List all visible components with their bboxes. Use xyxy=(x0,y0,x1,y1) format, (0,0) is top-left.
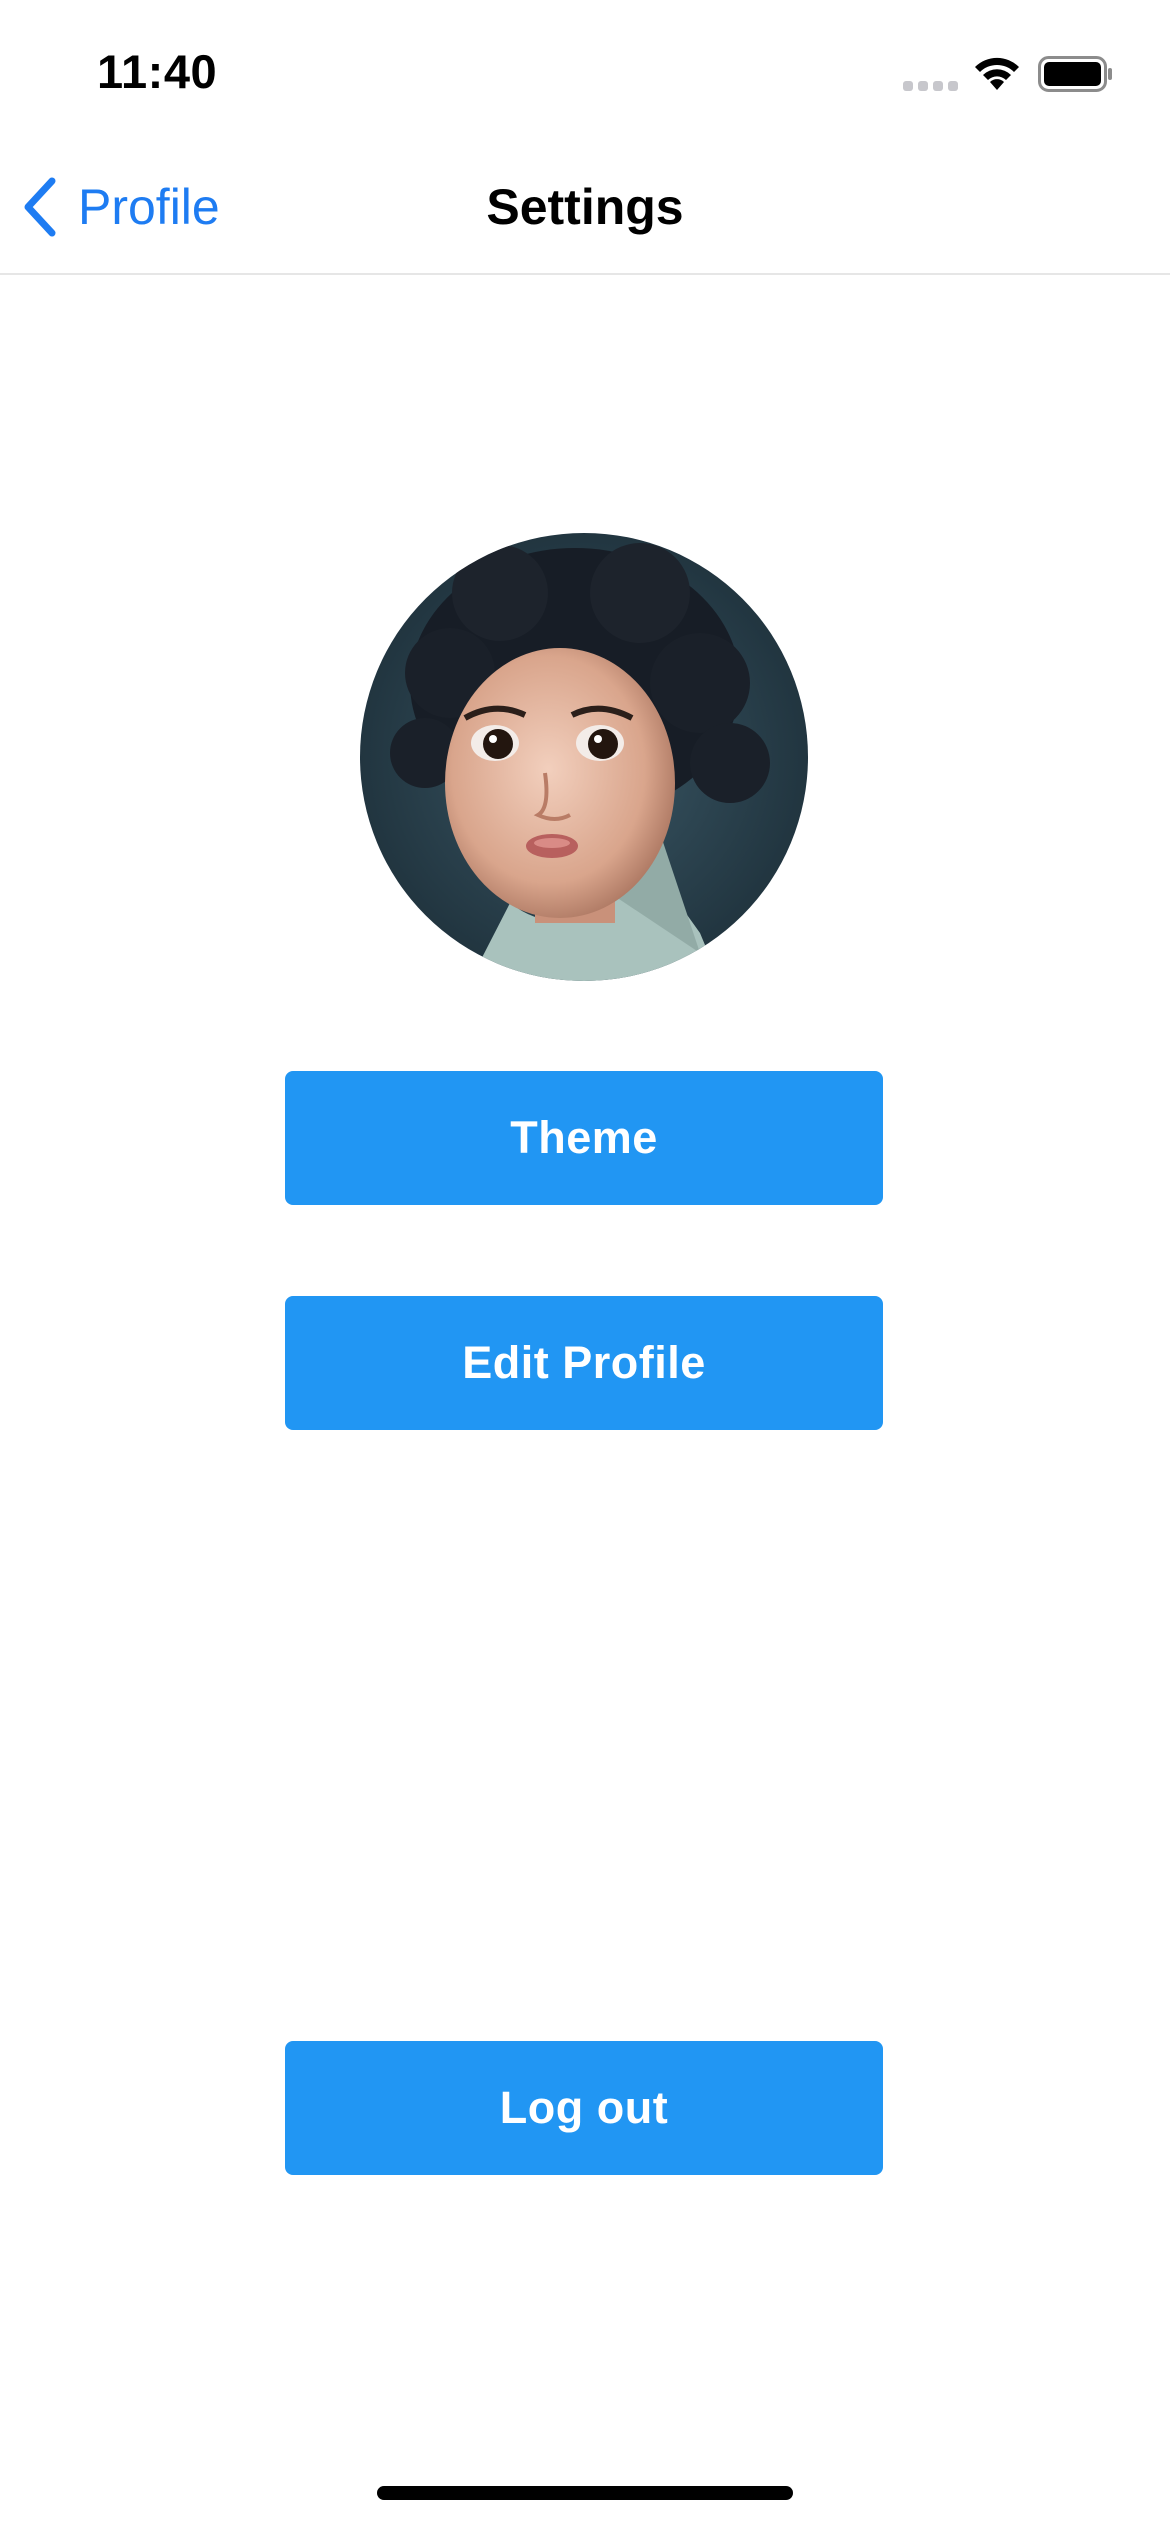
wifi-icon xyxy=(975,57,1019,90)
theme-button[interactable]: Theme xyxy=(285,1071,883,1205)
edit-profile-button-label: Edit Profile xyxy=(462,1337,706,1388)
avatar-photo xyxy=(360,533,808,981)
battery-icon xyxy=(1038,56,1112,92)
log-out-button-label: Log out xyxy=(499,2082,669,2133)
home-indicator[interactable] xyxy=(377,2486,793,2500)
status-time: 11:40 xyxy=(97,45,218,98)
log-out-button[interactable]: Log out xyxy=(285,2041,883,2175)
status-bar: 11:40 xyxy=(0,0,1170,140)
signal-icon xyxy=(903,81,958,91)
edit-profile-button[interactable]: Edit Profile xyxy=(285,1296,883,1430)
page-title: Settings xyxy=(486,179,684,235)
theme-button-label: Theme xyxy=(510,1112,658,1163)
navigation-bar: Profile Settings xyxy=(0,140,1170,275)
avatar xyxy=(360,533,808,981)
